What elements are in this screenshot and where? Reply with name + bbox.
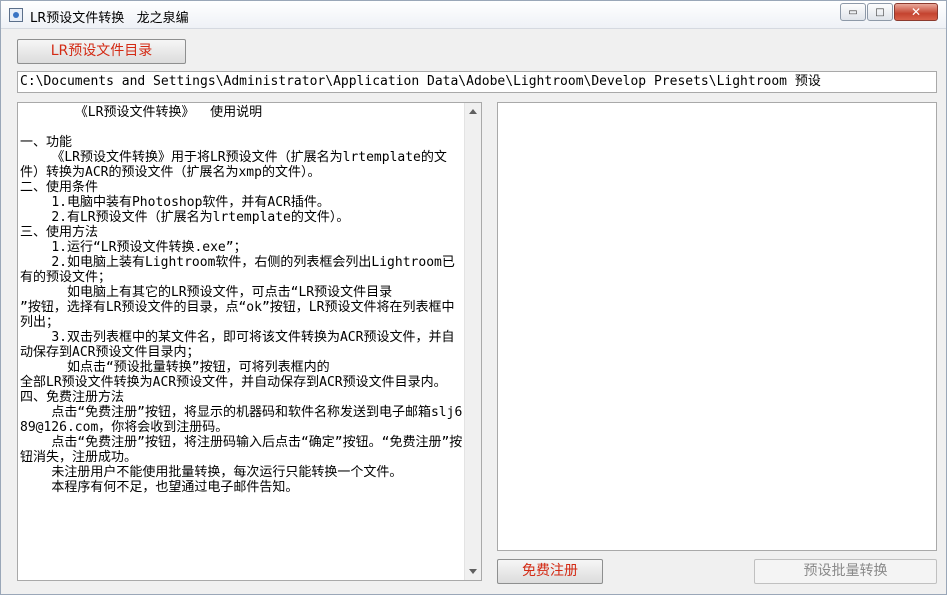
close-icon: ✕ [910,5,922,19]
title-bar[interactable]: LR预设文件转换 龙之泉编 ▭ □ ✕ [1,1,946,29]
maximize-button[interactable]: □ [867,3,893,21]
minimize-button[interactable]: ▭ [840,3,866,21]
instructions-text: 《LR预设文件转换》 使用说明 一、功能 《LR预设文件转换》用于将LR预设文件… [20,105,463,495]
minimize-icon: ▭ [848,6,858,18]
scroll-up-icon[interactable] [469,109,477,114]
lr-preset-dir-button[interactable]: LR预设文件目录 [17,39,186,64]
close-button[interactable]: ✕ [894,3,938,21]
window-title: LR预设文件转换 龙之泉编 [30,11,189,26]
instructions-textbox[interactable]: 《LR预设文件转换》 使用说明 一、功能 《LR预设文件转换》用于将LR预设文件… [17,102,482,581]
app-icon [9,8,23,22]
scroll-down-icon[interactable] [469,569,477,574]
preset-path-field[interactable]: C:\Documents and Settings\Administrator\… [17,71,937,93]
preset-file-list[interactable] [497,102,937,551]
caption-buttons: ▭ □ ✕ [839,3,938,21]
free-register-button[interactable]: 免费注册 [497,559,603,584]
main-window: LR预设文件转换 龙之泉编 ▭ □ ✕ LR预设文件目录 C:\Document… [0,0,947,595]
instructions-scrollbar[interactable] [464,103,481,580]
batch-convert-button[interactable]: 预设批量转换 [754,559,937,584]
maximize-icon: □ [875,6,885,18]
